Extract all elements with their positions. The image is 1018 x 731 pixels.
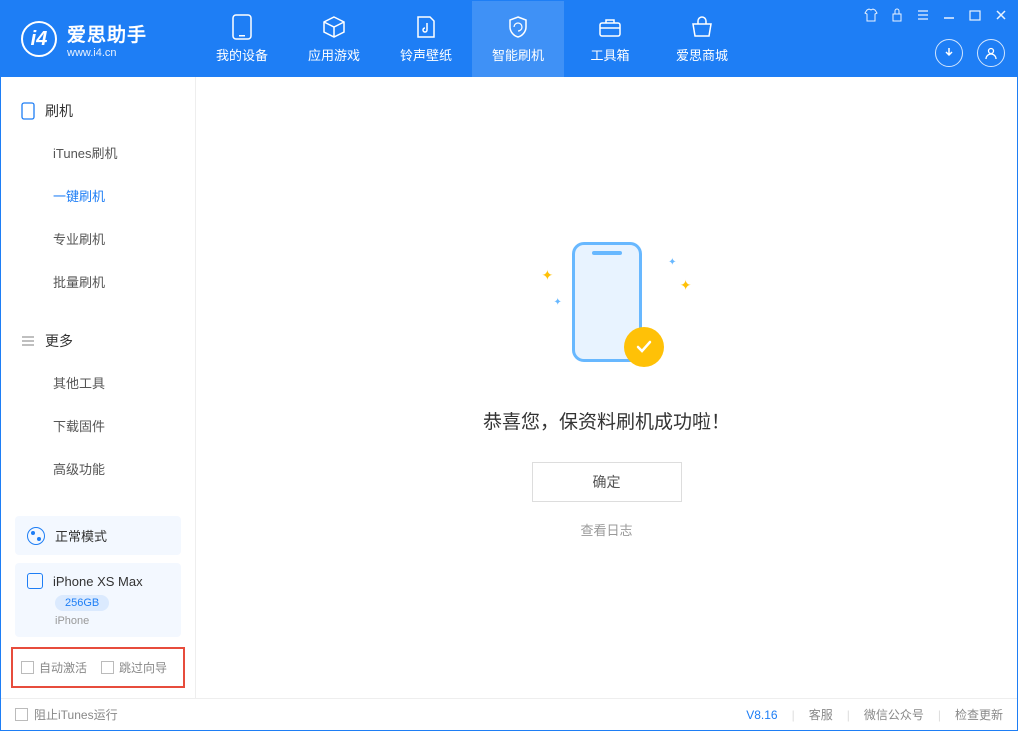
device-capacity: 256GB: [55, 595, 109, 611]
update-link[interactable]: 检查更新: [955, 706, 1003, 723]
tab-apps[interactable]: 应用游戏: [288, 1, 380, 77]
block-itunes-label[interactable]: 阻止iTunes运行: [34, 706, 118, 723]
store-icon: [690, 15, 714, 39]
tab-label: 工具箱: [590, 45, 629, 64]
sidebar-item-batch-flash[interactable]: 批量刷机: [1, 260, 195, 303]
checkbox-label: 自动激活: [39, 659, 87, 676]
sidebar-item-download-firmware[interactable]: 下载固件: [1, 404, 195, 447]
sidebar-section-flash: 刷机: [1, 95, 195, 127]
tab-label: 应用游戏: [308, 45, 360, 64]
sidebar-item-pro-flash[interactable]: 专业刷机: [1, 217, 195, 260]
sidebar-section-more: 更多: [1, 325, 195, 357]
download-button[interactable]: [935, 39, 963, 67]
tab-ringtones[interactable]: 铃声壁纸: [380, 1, 472, 77]
lock-icon[interactable]: [889, 7, 905, 23]
shield-refresh-icon: [506, 15, 530, 39]
list-icon: [21, 335, 35, 347]
tab-flash[interactable]: 智能刷机: [472, 1, 564, 77]
main-content: ✦ ✦ ✦ ✦ 恭喜您，保资料刷机成功啦！ 确定 查看日志: [196, 77, 1017, 698]
checkbox-icon: [101, 661, 114, 674]
tab-my-device[interactable]: 我的设备: [196, 1, 288, 77]
section-title: 刷机: [45, 101, 73, 121]
menu-icon[interactable]: [915, 7, 931, 23]
dot-icon: ✦: [554, 297, 562, 308]
cube-icon: [322, 15, 346, 39]
music-file-icon: [414, 15, 438, 39]
close-icon[interactable]: [993, 7, 1009, 23]
sparkle-icon: ✦: [680, 277, 692, 294]
checkbox-icon[interactable]: [15, 708, 28, 721]
section-title: 更多: [45, 331, 73, 351]
phone-small-icon: [27, 573, 43, 589]
app-url: www.i4.cn: [67, 47, 147, 59]
app-logo-icon: i4: [21, 21, 57, 57]
version-label: V8.16: [746, 708, 777, 722]
device-card[interactable]: iPhone XS Max 256GB iPhone: [15, 563, 181, 637]
checkbox-auto-activate[interactable]: 自动激活: [21, 659, 87, 676]
highlighted-options: 自动激活 跳过向导: [11, 647, 185, 688]
device-icon: [230, 15, 254, 39]
app-title: 爱思助手: [67, 20, 147, 47]
device-name: iPhone XS Max: [53, 574, 143, 589]
tab-label: 爱思商城: [676, 45, 728, 64]
toolbox-icon: [598, 15, 622, 39]
tab-label: 智能刷机: [492, 45, 544, 64]
mode-icon: [27, 527, 45, 545]
phone-icon: [21, 102, 35, 120]
view-log-link[interactable]: 查看日志: [580, 520, 632, 539]
success-check-icon: [624, 327, 664, 367]
checkbox-icon: [21, 661, 34, 674]
sidebar-item-advanced[interactable]: 高级功能: [1, 447, 195, 490]
footer: 阻止iTunes运行 V8.16 | 客服 | 微信公众号 | 检查更新: [1, 698, 1017, 730]
success-illustration: ✦ ✦ ✦ ✦: [542, 237, 672, 377]
confirm-button[interactable]: 确定: [532, 462, 682, 502]
sidebar-item-oneclick-flash[interactable]: 一键刷机: [1, 174, 195, 217]
support-link[interactable]: 客服: [809, 706, 833, 723]
minimize-icon[interactable]: [941, 7, 957, 23]
success-message: 恭喜您，保资料刷机成功啦！: [483, 407, 730, 434]
tab-store[interactable]: 爱思商城: [656, 1, 748, 77]
app-header: i4 爱思助手 www.i4.cn 我的设备 应用游戏 铃声壁纸 智能刷机: [1, 1, 1017, 77]
sidebar-item-other-tools[interactable]: 其他工具: [1, 361, 195, 404]
user-button[interactable]: [977, 39, 1005, 67]
sidebar-item-itunes-flash[interactable]: iTunes刷机: [1, 131, 195, 174]
mode-indicator[interactable]: 正常模式: [15, 516, 181, 555]
tab-toolbox[interactable]: 工具箱: [564, 1, 656, 77]
wechat-link[interactable]: 微信公众号: [864, 706, 924, 723]
checkbox-label: 跳过向导: [119, 659, 167, 676]
sidebar: 刷机 iTunes刷机 一键刷机 专业刷机 批量刷机 更多 其他工具 下载固件 …: [1, 77, 196, 698]
checkbox-skip-guide[interactable]: 跳过向导: [101, 659, 167, 676]
mode-label: 正常模式: [55, 526, 107, 545]
sparkle-icon: ✦: [542, 267, 554, 284]
dot-icon: ✦: [668, 257, 676, 268]
maximize-icon[interactable]: [967, 7, 983, 23]
tab-label: 铃声壁纸: [400, 45, 452, 64]
device-type: iPhone: [55, 615, 169, 627]
logo-area: i4 爱思助手 www.i4.cn: [1, 20, 196, 59]
tab-label: 我的设备: [216, 45, 268, 64]
tshirt-icon[interactable]: [863, 7, 879, 23]
